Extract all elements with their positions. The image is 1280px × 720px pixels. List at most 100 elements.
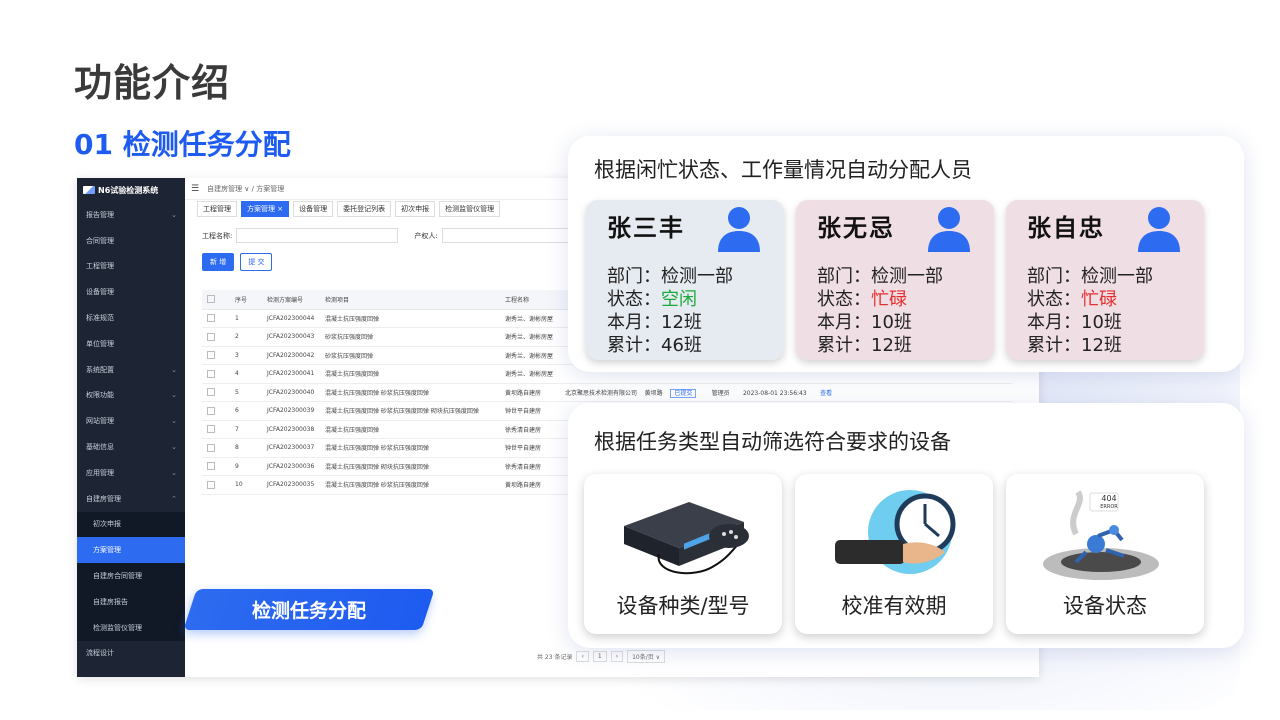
- device-status-label: 设备状态: [1063, 594, 1147, 618]
- row-project: 谢秀兰、谢彬房屋: [500, 309, 560, 328]
- month-label: 本月：: [607, 312, 661, 333]
- row-checkbox[interactable]: [207, 369, 215, 378]
- user-icon: [718, 207, 760, 252]
- row-checkbox[interactable]: [207, 462, 215, 471]
- filter-project-label: 工程名称:: [202, 231, 233, 240]
- next-page-button[interactable]: ›: [610, 651, 624, 662]
- slide: 功能介绍 01 检测任务分配 N6试验检测系统 报告管理 ⌄ 合同管理 工程管理 设备管…: [0, 0, 1280, 720]
- current-page[interactable]: 1: [592, 651, 607, 662]
- row-project: 钟世平自建房: [500, 401, 560, 421]
- add-button[interactable]: 新 增: [202, 253, 235, 271]
- row-project: 谢秀兰、谢彬房屋: [500, 364, 560, 384]
- page-size-select[interactable]: 10条/页 ∨: [627, 650, 666, 663]
- person-name: 张自忠: [1027, 214, 1105, 242]
- tab[interactable]: 设备管理: [293, 201, 334, 217]
- row-checkbox[interactable]: [207, 314, 215, 323]
- row-checkbox[interactable]: [207, 406, 215, 415]
- filter-owner-label: 产权人:: [414, 231, 438, 240]
- row-company: 北京聚思技术检测有限公司: [565, 389, 638, 397]
- row-project: 钟世平自建房: [500, 438, 560, 458]
- status-value: 忙碌: [871, 289, 907, 310]
- row-checkbox[interactable]: [207, 443, 215, 452]
- sidebar-subitem[interactable]: 检测监管仪管理: [77, 614, 185, 641]
- row-code: JCFA202300038: [262, 420, 320, 439]
- row-no: 2: [230, 327, 262, 347]
- sidebar-item[interactable]: 标准规范: [77, 305, 185, 331]
- col-no: 序号: [230, 290, 262, 310]
- select-all-checkbox[interactable]: [207, 295, 215, 304]
- status-label: 状态：: [1027, 289, 1081, 310]
- sidebar-item[interactable]: 设备管理: [77, 279, 185, 305]
- row-code: JCFA202300040: [262, 383, 320, 402]
- pagination: 共 23 条记录 ‹ 1 › 10条/页 ∨: [537, 650, 666, 663]
- month-value: 12班: [661, 312, 702, 333]
- sidebar-item-label: 流程设计: [86, 649, 114, 658]
- row-select-cell: [202, 383, 230, 402]
- sidebar-item[interactable]: 单位管理: [77, 331, 185, 357]
- sidebar-item[interactable]: 系统配置 ⌄: [77, 357, 185, 383]
- row-code: JCFA202300044: [262, 309, 320, 328]
- col-code: 检测方案编号: [262, 290, 320, 310]
- device-icon: [624, 502, 749, 575]
- sidebar-item[interactable]: 自建房管理 ⌃: [77, 486, 185, 512]
- sidebar-subitem[interactable]: 自建房合同管理: [77, 563, 185, 589]
- view-link[interactable]: 查看: [820, 390, 832, 397]
- tab[interactable]: 检测监管仪管理: [439, 201, 501, 217]
- logo-text: N6试验检测系统: [98, 185, 159, 195]
- sidebar-item-label: 工程管理: [86, 262, 114, 271]
- sidebar-item-label: 报告管理: [86, 210, 114, 219]
- chevron-icon: ⌃: [171, 494, 177, 503]
- sidebar-menu: 报告管理 ⌄ 合同管理 工程管理 设备管理 标准规范 单位管理 系统配置 ⌄ 权限功能 ⌄ 网站管理 ⌄…: [77, 202, 185, 666]
- chevron-icon: ⌄: [171, 468, 177, 477]
- person-card: 张自忠 部门：检测一部 状态：忙碌 本月：10班 累计：12班: [1006, 200, 1204, 360]
- tab[interactable]: 委托登记列表: [337, 201, 392, 217]
- sidebar-item-label: 单位管理: [86, 339, 114, 348]
- sidebar-item[interactable]: 网站管理 ⌄: [77, 408, 185, 434]
- sidebar-item-label: 设备管理: [86, 288, 114, 297]
- row-no: 8: [230, 438, 262, 458]
- row-checkbox[interactable]: [207, 351, 215, 360]
- sidebar-item[interactable]: 工程管理: [77, 254, 185, 280]
- row-project: 谢秀兰、谢彬房屋: [500, 327, 560, 347]
- sidebar-item-label: 权限功能: [86, 391, 114, 400]
- row-select-cell: [202, 438, 230, 458]
- sidebar-subitem[interactable]: 方案管理: [77, 537, 185, 564]
- sidebar-subitem-label: 初次申报: [93, 520, 121, 529]
- prev-page-button[interactable]: ‹: [576, 651, 589, 662]
- row-checkbox[interactable]: [207, 425, 215, 434]
- sidebar-subitem[interactable]: 初次申报: [77, 511, 185, 538]
- row-extra: 北京聚思技术检测有限公司 黄坝路 已提交 管理员 2023-08-01 23:5…: [560, 383, 1012, 402]
- sidebar-item[interactable]: 基础信息 ⌄: [77, 434, 185, 460]
- month-label: 本月：: [817, 312, 871, 333]
- row-no: 3: [230, 346, 262, 365]
- tab[interactable]: 方案管理 ×: [241, 201, 290, 217]
- row-no: 6: [230, 401, 262, 421]
- sidebar-item-label: 标准规范: [86, 314, 114, 323]
- total-label: 累计：: [1027, 335, 1081, 356]
- row-checkbox[interactable]: [207, 332, 215, 341]
- tab[interactable]: 工程管理: [197, 201, 237, 217]
- row-checkbox[interactable]: [207, 480, 215, 489]
- row-item: 混凝土抗压强度回弹 砂浆抗压强度回弹: [320, 438, 500, 458]
- month-value: 10班: [871, 312, 912, 333]
- row-user: 管理员: [711, 389, 730, 397]
- submit-button[interactable]: 提 交: [240, 253, 273, 271]
- total-value: 12班: [1081, 335, 1122, 356]
- sidebar-item[interactable]: 合同管理: [77, 228, 185, 254]
- row-checkbox[interactable]: [207, 388, 215, 397]
- project-name-input[interactable]: [236, 228, 399, 243]
- menu-toggle-icon[interactable]: ☰: [191, 184, 199, 194]
- ribbon-label: 检测任务分配: [251, 600, 366, 622]
- row-code: JCFA202300036: [262, 457, 320, 476]
- sidebar-item[interactable]: 应用管理 ⌄: [77, 460, 185, 486]
- row-item: 混凝土抗压强度回弹: [320, 364, 500, 384]
- sidebar-subitem[interactable]: 自建房报告: [77, 588, 185, 615]
- row-item: 砂浆抗压强度回弹: [320, 327, 500, 347]
- table-row[interactable]: 5 JCFA202300040 混凝土抗压强度回弹 砂浆抗压强度回弹 黄坝路自建…: [202, 383, 1012, 402]
- tab[interactable]: 初次申报: [395, 201, 436, 217]
- row-item: 混凝土抗压强度回弹: [320, 309, 500, 328]
- sidebar-item[interactable]: 权限功能 ⌄: [77, 383, 185, 409]
- sidebar-item[interactable]: 流程设计: [77, 641, 185, 667]
- user-icon: [928, 207, 970, 252]
- sidebar-item[interactable]: 报告管理 ⌄: [77, 202, 185, 228]
